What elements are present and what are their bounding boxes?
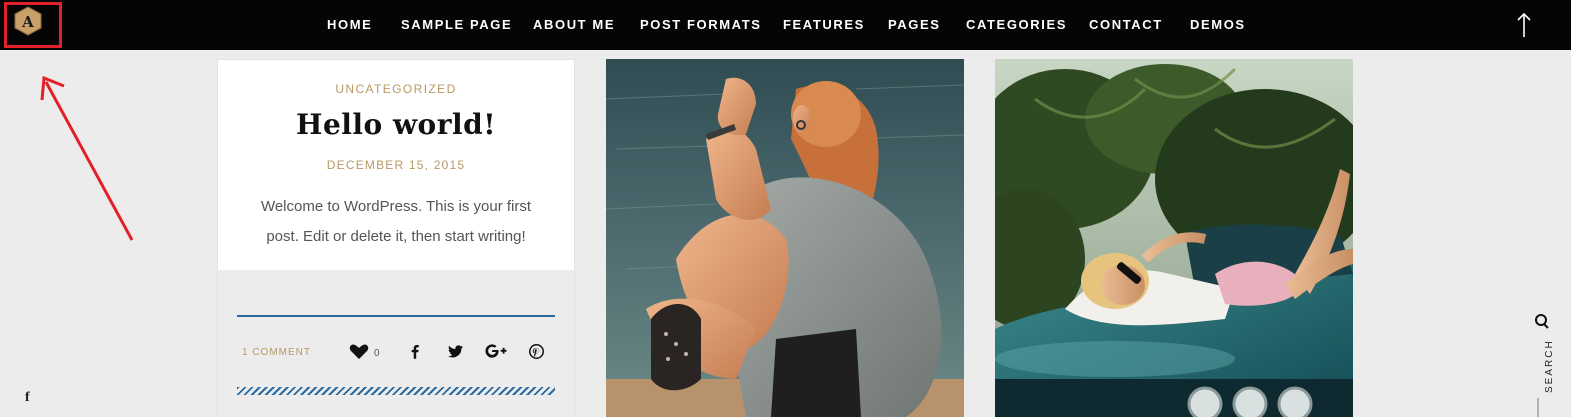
nav-demos[interactable]: DEMOS [1190,17,1246,32]
nav-pages[interactable]: PAGES [888,17,941,32]
post-date: DECEMBER 15, 2015 [326,158,466,172]
sidebar-facebook-icon[interactable]: f [25,390,30,406]
annotation-arrow [40,75,134,241]
twitter-icon[interactable] [445,342,465,360]
nav-categories[interactable]: CATEGORIES [966,17,1067,32]
post-thumbnail-woman-on-car[interactable] [995,59,1353,417]
post-title[interactable]: Hello world! [218,108,574,141]
main-menu: HOME SAMPLE PAGE ABOUT ME POST FORMATS F… [0,0,1571,50]
post-thumbnail-woman-by-water[interactable] [606,59,964,417]
google-plus-icon[interactable] [484,342,508,360]
heart-icon[interactable] [349,344,369,360]
divider-line [237,315,555,317]
pinterest-icon[interactable] [526,342,546,360]
nav-home[interactable]: HOME [327,17,372,32]
search-label[interactable]: SEARCH [1544,339,1555,393]
comments-link[interactable]: 1 COMMENT [242,347,311,358]
nav-sample-page[interactable]: SAMPLE PAGE [401,17,512,32]
nav-about-me[interactable]: ABOUT ME [533,17,615,32]
scroll-to-top-icon[interactable] [1513,12,1535,38]
hatched-divider [237,387,555,395]
post-category[interactable]: UNCATEGORIZED [218,82,574,96]
post-meta-footer: 1 COMMENT 0 [218,270,574,417]
post-excerpt: Welcome to WordPress. This is your first… [260,198,532,245]
nav-contact[interactable]: CONTACT [1089,17,1163,32]
facebook-icon[interactable] [405,342,425,360]
nav-features[interactable]: FEATURES [783,17,865,32]
top-navigation-bar: A HOME SAMPLE PAGE ABOUT ME POST FORMATS… [0,0,1571,50]
nav-post-formats[interactable]: POST FORMATS [640,17,762,32]
like-count: 0 [374,348,380,359]
post-card: UNCATEGORIZED Hello world! DECEMBER 15, … [217,59,575,417]
